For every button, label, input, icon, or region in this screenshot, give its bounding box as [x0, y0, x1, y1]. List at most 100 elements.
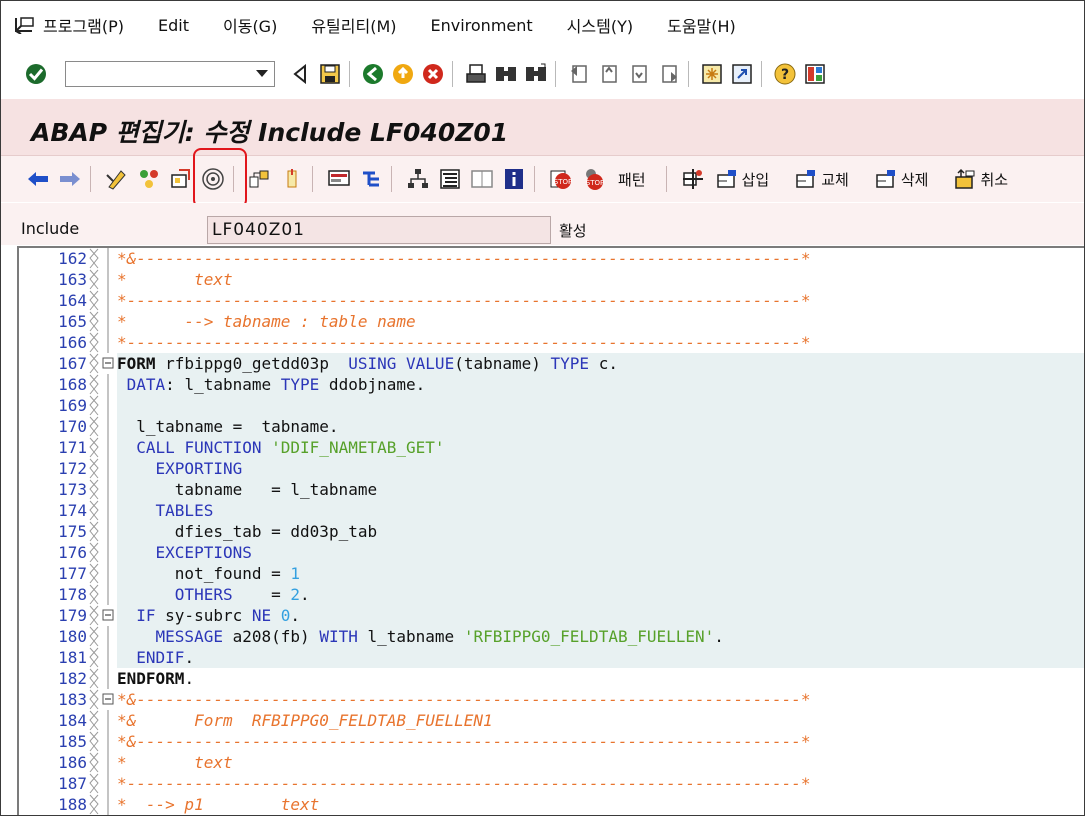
code-text[interactable]: not_found = 1: [117, 563, 1084, 584]
code-line[interactable]: 174 TABLES: [19, 500, 1084, 521]
customize-layout-icon[interactable]: [802, 61, 828, 87]
find-icon[interactable]: [493, 61, 519, 87]
set-breakpoint-icon[interactable]: STOP: [548, 166, 574, 192]
code-text[interactable]: ENDFORM.: [117, 668, 1084, 689]
fold-toggle-icon[interactable]: [101, 689, 115, 710]
code-line[interactable]: 181 ENDIF.: [19, 647, 1084, 668]
undo-icon[interactable]: [952, 166, 978, 192]
pattern-button[interactable]: 패턴: [618, 169, 646, 190]
exit-icon[interactable]: [390, 61, 416, 87]
pretty-printer-icon[interactable]: [437, 166, 463, 192]
code-text[interactable]: *---------------------------------------…: [117, 332, 1084, 353]
object-list-icon[interactable]: [247, 166, 273, 192]
code-text[interactable]: *&--------------------------------------…: [117, 731, 1084, 752]
code-line[interactable]: 170 l_tabname = tabname.: [19, 416, 1084, 437]
code-text[interactable]: *&--------------------------------------…: [117, 248, 1084, 269]
code-line[interactable]: 169: [19, 395, 1084, 416]
code-text[interactable]: FORM rfbippg0_getdd03p USING VALUE(tabna…: [117, 353, 1084, 374]
print-icon[interactable]: [463, 61, 489, 87]
code-text[interactable]: *---------------------------------------…: [117, 773, 1084, 794]
code-text[interactable]: CALL FUNCTION 'DDIF_NAMETAB_GET': [117, 437, 1084, 458]
insert-icon[interactable]: [714, 166, 740, 192]
cut-icon[interactable]: [680, 166, 706, 192]
code-line[interactable]: 177 not_found = 1: [19, 563, 1084, 584]
code-text[interactable]: l_tabname = tabname.: [117, 416, 1084, 437]
code-text[interactable]: EXCEPTIONS: [117, 542, 1084, 563]
find-next-icon[interactable]: [523, 61, 549, 87]
code-line[interactable]: 176 EXCEPTIONS: [19, 542, 1084, 563]
code-line[interactable]: 173 tabname = l_tabname: [19, 479, 1084, 500]
menu-program[interactable]: 프로그램(P): [43, 13, 124, 37]
code-text[interactable]: * --> p1 text: [117, 794, 1084, 815]
hierarchy-icon[interactable]: [358, 166, 384, 192]
code-line[interactable]: 168 DATA: l_tabname TYPE ddobjname.: [19, 374, 1084, 395]
delete-button[interactable]: 삭제: [901, 169, 929, 190]
first-page-icon[interactable]: [566, 61, 592, 87]
fold-toggle-icon[interactable]: [101, 353, 115, 374]
code-line[interactable]: 166 *------------------------------------…: [19, 332, 1084, 353]
replace-icon[interactable]: [793, 166, 819, 192]
code-line[interactable]: 188 * --> p1 text: [19, 794, 1084, 815]
menu-arrow-icon[interactable]: [7, 10, 41, 40]
code-text[interactable]: dfies_tab = dd03p_tab: [117, 521, 1084, 542]
enter-check-icon[interactable]: [23, 61, 49, 87]
dropdown-arrow-icon[interactable]: [256, 70, 268, 77]
code-line[interactable]: 178 OTHERS = 2.: [19, 584, 1084, 605]
code-editor[interactable]: 162 *&-----------------------------------…: [17, 246, 1084, 815]
menu-environment[interactable]: Environment: [431, 16, 533, 35]
back-arrow-icon[interactable]: [25, 166, 51, 192]
code-line[interactable]: 182 ENDFORM.: [19, 668, 1084, 689]
next-page-icon[interactable]: [626, 61, 652, 87]
code-text[interactable]: *& Form RFBIPPG0_FELDTAB_FUELLEN1: [117, 710, 1084, 731]
code-text[interactable]: * text: [117, 752, 1084, 773]
code-line[interactable]: 180 MESSAGE a208(fb) WITH l_tabname 'RFB…: [19, 626, 1084, 647]
code-text[interactable]: tabname = l_tabname: [117, 479, 1084, 500]
activate-icon[interactable]: [168, 166, 194, 192]
code-line[interactable]: 183 *&-----------------------------------…: [19, 689, 1084, 710]
toggle-display-change-icon[interactable]: [104, 166, 130, 192]
code-line[interactable]: 171 CALL FUNCTION 'DDIF_NAMETAB_GET': [19, 437, 1084, 458]
delete-icon[interactable]: [873, 166, 899, 192]
insert-button[interactable]: 삽입: [742, 169, 770, 190]
information-icon[interactable]: [501, 166, 527, 192]
code-line[interactable]: 175 dfies_tab = dd03p_tab: [19, 521, 1084, 542]
code-text[interactable]: *---------------------------------------…: [117, 290, 1084, 311]
menu-edit[interactable]: Edit: [158, 16, 189, 35]
code-line[interactable]: 162 *&-----------------------------------…: [19, 248, 1084, 269]
fold-toggle-icon[interactable]: [101, 605, 115, 626]
code-line[interactable]: 163 * text: [19, 269, 1084, 290]
cancel-icon[interactable]: [420, 61, 446, 87]
replace-button[interactable]: 교체: [821, 169, 849, 190]
code-text[interactable]: OTHERS = 2.: [117, 584, 1084, 605]
last-page-icon[interactable]: [656, 61, 682, 87]
menu-goto[interactable]: 이동(G): [223, 13, 277, 37]
forward-arrow-icon[interactable]: [57, 166, 83, 192]
code-text[interactable]: MESSAGE a208(fb) WITH l_tabname 'RFBIPPG…: [117, 626, 1084, 647]
code-text[interactable]: EXPORTING: [117, 458, 1084, 479]
code-line[interactable]: 186 * text: [19, 752, 1084, 773]
code-line[interactable]: 179 IF sy-subrc NE 0.: [19, 605, 1084, 626]
code-text[interactable]: * --> tabname : table name: [117, 311, 1084, 332]
save-icon[interactable]: [317, 61, 343, 87]
tree-structure-icon[interactable]: [405, 166, 431, 192]
code-text[interactable]: IF sy-subrc NE 0.: [117, 605, 1084, 626]
code-text[interactable]: TABLES: [117, 500, 1084, 521]
new-session-icon[interactable]: [699, 61, 725, 87]
code-line[interactable]: 187 *------------------------------------…: [19, 773, 1084, 794]
menu-system[interactable]: 시스템(Y): [567, 13, 633, 37]
code-line[interactable]: 172 EXPORTING: [19, 458, 1084, 479]
back-triangle-icon[interactable]: [287, 61, 313, 87]
code-text[interactable]: *&--------------------------------------…: [117, 689, 1084, 710]
code-line[interactable]: 184 *& Form RFBIPPG0_FELDTAB_FUELLEN1: [19, 710, 1084, 731]
code-line[interactable]: 185 *&-----------------------------------…: [19, 731, 1084, 752]
navigation-window-icon[interactable]: [279, 166, 305, 192]
display-object-list-icon[interactable]: [326, 166, 352, 192]
split-screen-icon[interactable]: [469, 166, 495, 192]
help-icon[interactable]: ?: [772, 61, 798, 87]
menu-utilities[interactable]: 유틸리티(M): [311, 13, 396, 37]
check-syntax-icon[interactable]: [136, 166, 162, 192]
menu-help[interactable]: 도움말(H): [667, 13, 736, 37]
undo-button[interactable]: 취소: [980, 169, 1008, 190]
code-text[interactable]: [117, 395, 1084, 416]
include-name-field[interactable]: LF040Z01: [207, 216, 551, 244]
